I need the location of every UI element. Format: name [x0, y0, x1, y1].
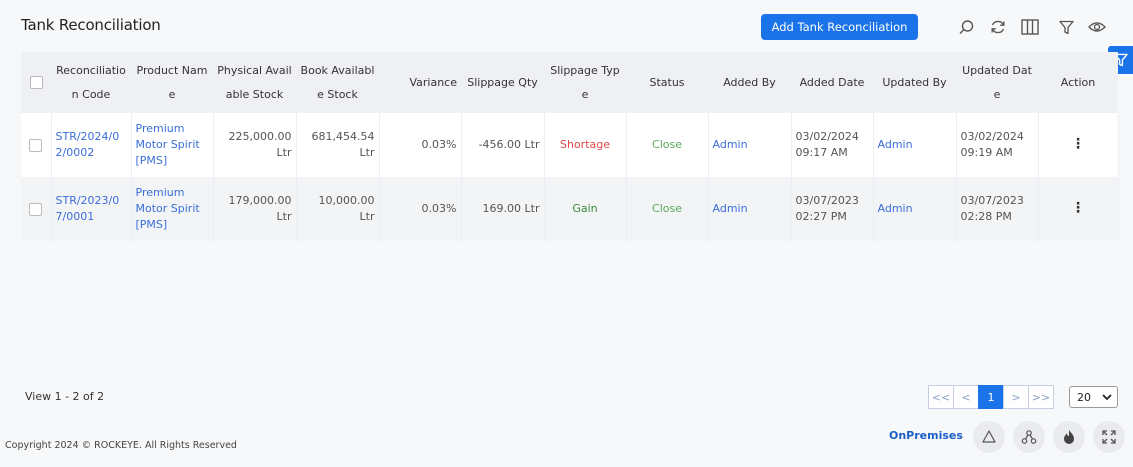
columns-icon[interactable] [1019, 16, 1041, 38]
column-header[interactable]: Slippage Type [544, 52, 626, 113]
book-stock-cell: 681,454.54 Ltr [296, 113, 380, 177]
record-count: View 1 - 2 of 2 [25, 390, 105, 403]
book-stock-cell: 10,000.00 Ltr [296, 177, 380, 241]
action-cell: ⋮ [1038, 177, 1119, 241]
updated-date-cell: 03/02/2024 09:19 AM [956, 113, 1039, 177]
added-date-cell: 03/07/2023 02:27 PM [791, 177, 874, 241]
more-actions-icon[interactable]: ⋮ [1071, 201, 1085, 215]
slippage-qty-cell: 169.00 Ltr [461, 177, 545, 241]
row-checkbox[interactable] [29, 202, 43, 216]
table-row: STR/2023/07/0001 Premium Motor Spirit [P… [21, 177, 1119, 241]
pagination: << < 1 > >> [928, 385, 1054, 409]
slippage-type-cell: Shortage [544, 113, 627, 177]
action-cell: ⋮ [1038, 113, 1119, 177]
eye-icon[interactable] [1086, 16, 1108, 38]
column-header[interactable]: Added Date [791, 52, 873, 113]
column-header[interactable]: Product Name [131, 52, 213, 113]
product-name-link[interactable]: Premium Motor Spirit [PMS] [131, 177, 214, 241]
network-icon[interactable] [1013, 421, 1045, 453]
select-all-checkbox[interactable] [29, 76, 43, 89]
table-row: STR/2024/02/0002 Premium Motor Spirit [P… [21, 113, 1119, 177]
slippage-type-cell: Gain [544, 177, 627, 241]
column-header[interactable]: Added By [708, 52, 791, 113]
fullscreen-icon[interactable] [1093, 421, 1125, 453]
first-page-button[interactable]: << [928, 385, 954, 409]
added-by-link[interactable]: Admin [708, 113, 792, 177]
prev-page-button[interactable]: < [953, 385, 979, 409]
reconciliation-code-link[interactable]: STR/2024/02/0002 [51, 113, 132, 177]
filter-icon[interactable] [1055, 16, 1077, 38]
page-size-select[interactable]: 20 [1069, 386, 1118, 408]
more-actions-icon[interactable]: ⋮ [1071, 137, 1085, 151]
row-checkbox[interactable] [29, 138, 43, 152]
recycle-icon[interactable] [973, 421, 1005, 453]
variance-cell: 0.03% [379, 113, 462, 177]
slippage-qty-cell: -456.00 Ltr [461, 113, 545, 177]
added-by-link[interactable]: Admin [708, 177, 792, 241]
status-cell: Close [626, 177, 709, 241]
chevron-down-icon [1102, 394, 1112, 401]
product-name-link[interactable]: Premium Motor Spirit [PMS] [131, 113, 214, 177]
updated-by-link[interactable]: Admin [873, 113, 957, 177]
deployment-label[interactable]: OnPremises [889, 429, 963, 442]
column-header[interactable]: Physical Available Stock [213, 52, 296, 113]
page-title: Tank Reconciliation [21, 16, 161, 34]
column-header[interactable]: Status [626, 52, 708, 113]
fire-icon[interactable] [1053, 421, 1085, 453]
status-cell: Close [626, 113, 709, 177]
page-size-value: 20 [1077, 390, 1091, 404]
select-all-cell[interactable] [21, 52, 51, 113]
physical-stock-cell: 179,000.00 Ltr [213, 177, 297, 241]
column-header[interactable]: Updated By [873, 52, 956, 113]
tank-reconciliation-table: Reconciliation Code Product Name Physica… [21, 52, 1119, 241]
table-header-row: Reconciliation Code Product Name Physica… [21, 52, 1118, 113]
row-select-cell[interactable] [21, 177, 52, 241]
next-page-button[interactable]: > [1003, 385, 1029, 409]
current-page-button[interactable]: 1 [978, 385, 1004, 409]
column-header[interactable]: Book Available Stock [296, 52, 379, 113]
copyright-text: Copyright 2024 © ROCKEYE. All Rights Res… [5, 440, 237, 451]
added-date-cell: 03/02/2024 09:17 AM [791, 113, 874, 177]
variance-cell: 0.03% [379, 177, 462, 241]
updated-by-link[interactable]: Admin [873, 177, 957, 241]
physical-stock-cell: 225,000.00 Ltr [213, 113, 297, 177]
search-icon[interactable] [955, 16, 977, 38]
column-header[interactable]: Updated Date [956, 52, 1038, 113]
column-header[interactable]: Slippage Qty [461, 52, 544, 113]
column-header[interactable]: Reconciliation Code [51, 52, 131, 113]
last-page-button[interactable]: >> [1028, 385, 1054, 409]
column-header: Action [1038, 52, 1118, 113]
column-header[interactable]: Variance [379, 52, 461, 113]
row-select-cell[interactable] [21, 113, 52, 177]
reconciliation-code-link[interactable]: STR/2023/07/0001 [51, 177, 132, 241]
add-tank-reconciliation-button[interactable]: Add Tank Reconciliation [761, 14, 918, 40]
updated-date-cell: 03/07/2023 02:28 PM [956, 177, 1039, 241]
refresh-icon[interactable] [987, 16, 1009, 38]
